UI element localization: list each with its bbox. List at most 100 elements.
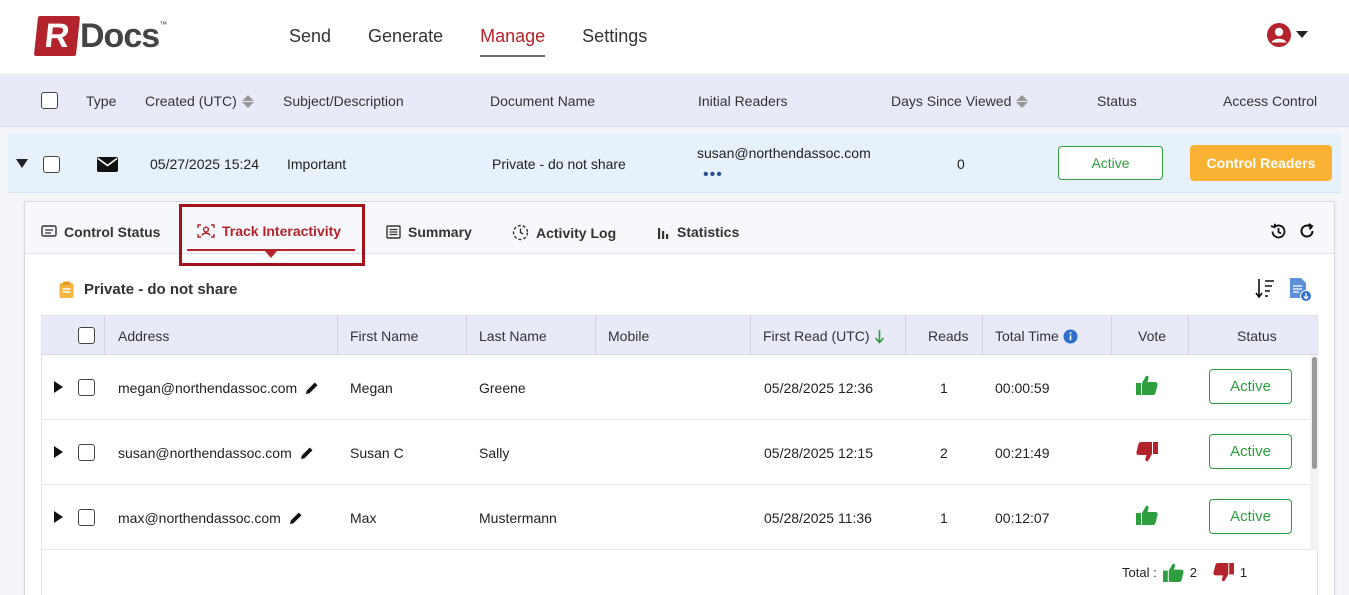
reader-total-time: 00:12:07	[995, 510, 1050, 526]
vertical-scrollbar[interactable]	[1310, 355, 1319, 550]
row-checkbox[interactable]	[43, 156, 60, 173]
list-box-icon	[386, 225, 401, 239]
clock-dashed-icon	[512, 224, 529, 241]
nav-send[interactable]: Send	[289, 26, 331, 57]
header-created-label: Created (UTC)	[145, 93, 237, 109]
nav-settings[interactable]: Settings	[582, 26, 647, 57]
tab-label: Control Status	[64, 224, 161, 240]
tab-label: Summary	[408, 224, 472, 240]
document-title-text: Private - do not share	[84, 281, 238, 298]
thumbs-up-icon	[1162, 563, 1184, 582]
row-days: 0	[957, 156, 965, 172]
reader-status-button[interactable]: Active	[1209, 434, 1292, 469]
header-subject: Subject/Description	[283, 93, 404, 109]
header-total-time-label: Total Time	[995, 328, 1059, 344]
tab-activity-log[interactable]: Activity Log	[512, 224, 616, 241]
history-icon[interactable]	[1269, 222, 1288, 241]
select-all-checkbox[interactable]	[41, 92, 58, 109]
row-subject: Important	[287, 156, 347, 172]
reader-address-text: max@northendassoc.com	[118, 510, 281, 526]
document-row[interactable]: 05/27/2025 15:24 Important Private - do …	[8, 133, 1341, 193]
pencil-icon[interactable]	[305, 381, 319, 395]
header-first-read[interactable]: First Read (UTC)	[763, 328, 885, 344]
control-readers-button[interactable]: Control Readers	[1190, 145, 1332, 181]
bar-chart-icon	[658, 227, 669, 239]
file-export-icon[interactable]	[1287, 277, 1313, 303]
refresh-icon[interactable]	[1298, 222, 1316, 240]
header-status: Status	[1097, 93, 1137, 109]
totals-label: Total :	[1122, 565, 1157, 580]
expand-row-icon[interactable]	[54, 381, 63, 393]
logo-letter: R	[33, 16, 81, 56]
table-row[interactable]: megan@northendassoc.com Megan Greene 05/…	[42, 355, 1310, 420]
rdocs-logo[interactable]: R Docs ™	[33, 16, 168, 56]
tab-summary[interactable]: Summary	[386, 224, 472, 240]
thumbs-up-icon	[1136, 375, 1158, 395]
row-document: Private - do not share	[492, 156, 626, 172]
tab-statistics[interactable]: Statistics	[657, 224, 739, 240]
thumbs-up-icon	[1136, 505, 1158, 525]
more-readers-button[interactable]: •••	[703, 166, 723, 184]
reader-address: susan@northendassoc.com	[118, 445, 314, 461]
header-reads: Reads	[928, 328, 969, 344]
clipboard-icon	[59, 281, 74, 298]
reader-last-name: Sally	[479, 445, 510, 461]
expand-row-icon[interactable]	[54, 511, 63, 523]
sort-list-icon[interactable]	[1255, 277, 1275, 299]
tab-control-status[interactable]: Control Status	[41, 224, 160, 240]
header-type: Type	[86, 93, 117, 109]
header-first-name: First Name	[350, 328, 419, 344]
reader-status-button[interactable]: Active	[1209, 499, 1292, 534]
reader-total-time: 00:21:49	[995, 445, 1050, 461]
documents-table-header: Type Created (UTC) Subject/Description D…	[0, 76, 1349, 127]
thumbs-down-icon	[1213, 563, 1234, 582]
header-access: Access Control	[1223, 93, 1318, 109]
arrow-down-icon	[874, 329, 884, 344]
logo-trademark: ™	[159, 20, 168, 29]
pencil-icon[interactable]	[300, 446, 314, 460]
reader-status-button[interactable]: Active	[1209, 369, 1292, 404]
reader-reads: 2	[940, 445, 948, 461]
header-last-name: Last Name	[479, 328, 547, 344]
info-icon[interactable]	[1063, 329, 1078, 344]
header-first-read-label: First Read (UTC)	[763, 328, 870, 344]
logo-text: Docs	[80, 16, 160, 55]
expand-row-icon[interactable]	[54, 446, 63, 458]
table-row[interactable]: susan@northendassoc.com Susan C Sally 05…	[42, 420, 1310, 485]
sort-icon	[1016, 94, 1029, 108]
header-vote: Vote	[1138, 328, 1167, 344]
detail-panel: Control Status Track Interactivity Summa…	[24, 201, 1335, 595]
row-status-button[interactable]: Active	[1058, 146, 1163, 180]
select-all-readers-checkbox[interactable]	[78, 327, 95, 344]
header-total-time: Total Time	[995, 328, 1078, 344]
user-menu[interactable]	[1266, 22, 1308, 48]
reader-first-name: Susan C	[350, 445, 404, 461]
nav-generate[interactable]: Generate	[368, 26, 443, 57]
envelope-icon	[97, 157, 118, 172]
collapse-caret-icon[interactable]	[16, 159, 28, 169]
reader-address: megan@northendassoc.com	[118, 380, 319, 396]
row-checkbox[interactable]	[78, 379, 95, 396]
reader-address-text: susan@northendassoc.com	[118, 445, 292, 461]
row-created: 05/27/2025 15:24	[150, 156, 259, 172]
user-circle-icon	[1267, 23, 1291, 47]
pencil-icon[interactable]	[289, 511, 303, 525]
table-row[interactable]: max@northendassoc.com Max Mustermann 05/…	[42, 485, 1310, 550]
scrollbar-thumb[interactable]	[1312, 357, 1317, 469]
header-reader-status: Status	[1237, 328, 1277, 344]
row-checkbox[interactable]	[78, 509, 95, 526]
totals-up-count: 2	[1189, 565, 1197, 580]
detail-tabs: Control Status Track Interactivity Summa…	[25, 202, 1334, 266]
message-square-icon	[41, 225, 57, 237]
caret-down-icon	[1296, 31, 1308, 38]
header-days[interactable]: Days Since Viewed	[891, 93, 1029, 109]
list-tools	[1255, 277, 1313, 303]
reader-last-name: Greene	[479, 380, 526, 396]
tab-label: Statistics	[677, 224, 740, 240]
reader-first-name: Megan	[350, 380, 393, 396]
reader-address: max@northendassoc.com	[118, 510, 303, 526]
nav-manage[interactable]: Manage	[480, 26, 546, 57]
row-checkbox[interactable]	[78, 444, 95, 461]
header-created[interactable]: Created (UTC)	[145, 93, 254, 109]
reader-total-time: 00:00:59	[995, 380, 1050, 396]
